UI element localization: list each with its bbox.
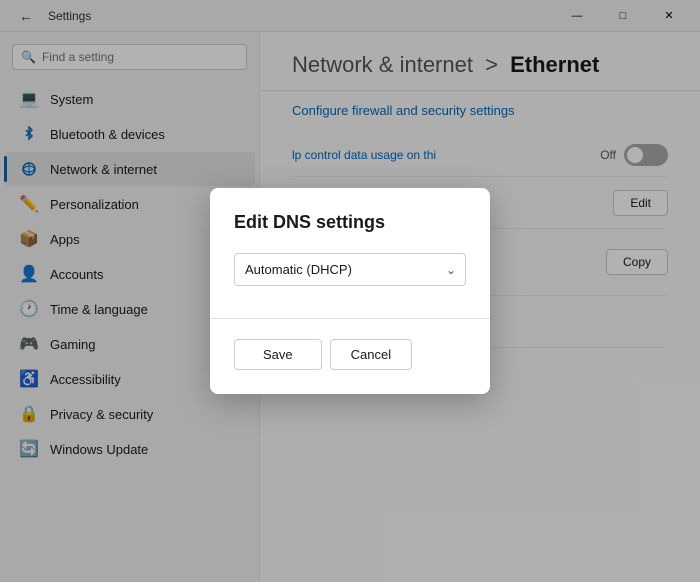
dialog-overlay: Edit DNS settings Automatic (DHCP) Manua… xyxy=(0,0,700,582)
dialog-save-button[interactable]: Save xyxy=(234,339,322,370)
dialog-select-wrapper: Automatic (DHCP) Manual ⌄ xyxy=(234,253,466,286)
dialog-divider xyxy=(210,318,490,319)
dialog-title: Edit DNS settings xyxy=(234,212,466,233)
dialog-buttons: Save Cancel xyxy=(234,339,466,370)
dns-mode-select[interactable]: Automatic (DHCP) Manual xyxy=(234,253,466,286)
dialog-cancel-button[interactable]: Cancel xyxy=(330,339,412,370)
edit-dns-dialog: Edit DNS settings Automatic (DHCP) Manua… xyxy=(210,188,490,394)
